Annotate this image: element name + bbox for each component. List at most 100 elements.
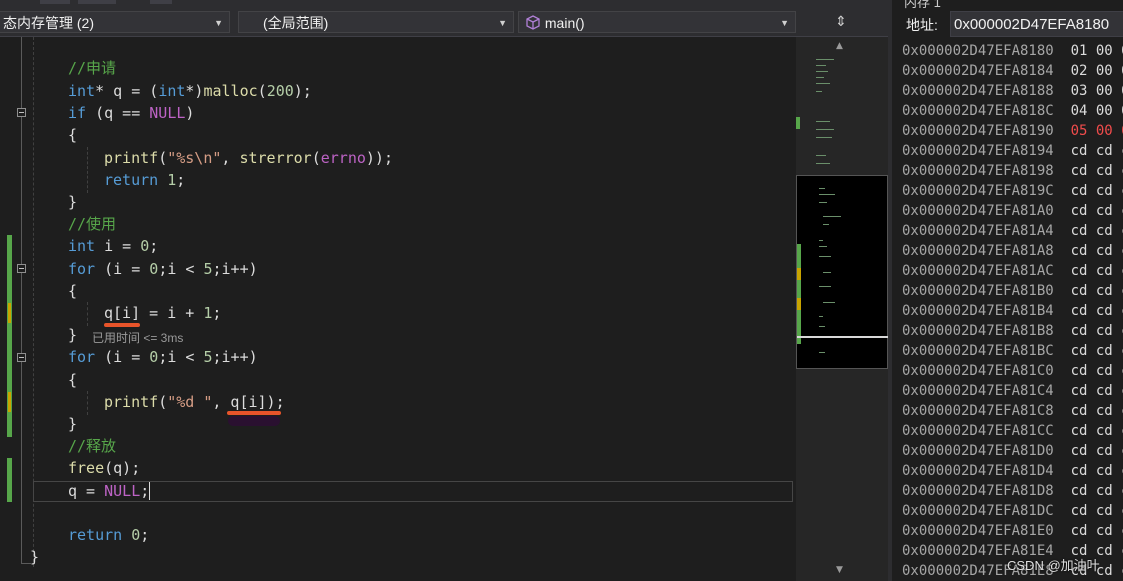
memory-bytes: cd cd cd [1070, 283, 1123, 299]
memory-bytes: 04 00 00 [1070, 103, 1123, 119]
minimap-line [816, 83, 830, 84]
memory-row[interactable]: 0x000002D47EFA81B4 cd cd cd [902, 301, 1123, 321]
memory-row[interactable]: 0x000002D47EFA8194 cd cd cd [902, 141, 1123, 161]
memory-row[interactable]: 0x000002D47EFA81D4 cd cd cd [902, 461, 1123, 481]
code-line: //使用 [68, 215, 117, 233]
code-line: if (q == NULL) [68, 104, 195, 122]
memory-row[interactable]: 0x000002D47EFA81DC cd cd cd [902, 501, 1123, 521]
memory-row[interactable]: 0x000002D47EFA81C4 cd cd cd [902, 381, 1123, 401]
fold-collapse-icon[interactable] [17, 353, 26, 362]
memory-address: 0x000002D47EFA8194 [902, 143, 1054, 159]
memory-row[interactable]: 0x000002D47EFA81B8 cd cd cd [902, 321, 1123, 341]
minimap-line [819, 194, 835, 195]
scope-dropdown-label: (全局范围) [263, 15, 329, 31]
change-indicator-unsaved [8, 392, 11, 412]
code-line: } [30, 548, 40, 566]
memory-bytes: cd cd cd [1070, 523, 1123, 539]
fold-collapse-icon[interactable] [17, 264, 26, 273]
chevron-down-icon: ▼ [780, 18, 789, 28]
code-line: //释放 [68, 437, 117, 455]
code-line: } [68, 415, 78, 433]
memory-bytes: 01 00 00 [1070, 43, 1123, 59]
project-dropdown[interactable]: 态内存管理 (2) ▼ [0, 11, 230, 33]
memory-address: 0x000002D47EFA81A0 [902, 203, 1054, 219]
minimap-line [819, 246, 827, 247]
tab-fragment[interactable] [150, 0, 172, 4]
perf-tip[interactable]: 已用时间 <= 3ms [92, 329, 183, 346]
function-dropdown-label: main() [544, 15, 585, 31]
memory-address: 0x000002D47EFA81CC [902, 423, 1054, 439]
minimap-line [816, 77, 824, 78]
memory-bytes: cd cd cd [1070, 463, 1123, 479]
memory-address: 0x000002D47EFA8198 [902, 163, 1054, 179]
chevron-down-icon: ▼ [214, 18, 223, 28]
minimap-line [816, 137, 832, 138]
code-line: return 1; [104, 171, 186, 189]
minimap-line [819, 326, 825, 327]
tab-fragment[interactable] [78, 0, 116, 4]
memory-row[interactable]: 0x000002D47EFA81C0 cd cd cd [902, 361, 1123, 381]
memory-row[interactable]: 0x000002D47EFA81D0 cd cd cd [902, 441, 1123, 461]
memory-row[interactable]: 0x000002D47EFA8184 02 00 00 [902, 61, 1123, 81]
code-line: { [68, 282, 78, 300]
minimap-line [816, 65, 826, 66]
memory-row[interactable]: 0x000002D47EFA81A0 cd cd cd [902, 201, 1123, 221]
memory-window: 内存 1 地址: 0x000002D47EFA8180 0x000002D47E… [892, 0, 1123, 581]
memory-bytes: cd cd cd [1070, 223, 1123, 239]
block-guide [87, 302, 89, 326]
memory-row[interactable]: 0x000002D47EFA81A4 cd cd cd [902, 221, 1123, 241]
scroll-down-icon[interactable]: ▼ [836, 565, 843, 575]
project-dropdown-label: 态内存管理 (2) [3, 15, 94, 31]
memory-address: 0x000002D47EFA81B8 [902, 323, 1054, 339]
memory-row[interactable]: 0x000002D47EFA81E0 cd cd cd [902, 521, 1123, 541]
memory-row[interactable]: 0x000002D47EFA81D8 cd cd cd [902, 481, 1123, 501]
memory-bytes: cd cd cd [1070, 203, 1123, 219]
memory-row[interactable]: 0x000002D47EFA8190 05 00 00 [902, 121, 1123, 141]
tab-fragment[interactable] [40, 0, 70, 4]
block-guide [87, 147, 89, 193]
memory-row[interactable]: 0x000002D47EFA81BC cd cd cd [902, 341, 1123, 361]
memory-row[interactable]: 0x000002D47EFA8180 01 00 00 [902, 41, 1123, 61]
fold-collapse-icon[interactable] [17, 108, 26, 117]
memory-bytes: cd cd cd [1070, 483, 1123, 499]
scope-dropdown[interactable]: (全局范围) ▼ [238, 11, 514, 33]
code-line: } [68, 193, 78, 211]
memory-row[interactable]: 0x000002D47EFA81A8 cd cd cd [902, 241, 1123, 261]
minimap-change-mark [797, 244, 801, 344]
memory-row[interactable]: 0x000002D47EFA8198 cd cd cd [902, 161, 1123, 181]
memory-row[interactable]: 0x000002D47EFA8188 03 00 00 [902, 81, 1123, 101]
code-editor[interactable]: //申请 int* q = (int*)malloc(200); if (q =… [0, 37, 796, 581]
minimap-line [816, 121, 830, 122]
split-editor-icon[interactable]: ⇕ [826, 11, 856, 33]
memory-row[interactable]: 0x000002D47EFA81AC cd cd cd [902, 261, 1123, 281]
memory-bytes: cd cd cd [1070, 243, 1123, 259]
memory-address: 0x000002D47EFA81C8 [902, 403, 1054, 419]
scroll-up-icon[interactable]: ▲ [836, 41, 843, 51]
minimap-line [823, 272, 831, 273]
change-indicator [7, 458, 12, 502]
minimap-line [819, 256, 831, 257]
memory-row[interactable]: 0x000002D47EFA81B0 cd cd cd [902, 281, 1123, 301]
code-line: q[i] = i + 1; [104, 304, 222, 322]
memory-address: 0x000002D47EFA8180 [902, 43, 1054, 59]
memory-bytes: 03 00 00 [1070, 83, 1123, 99]
address-input[interactable]: 0x000002D47EFA8180 [950, 11, 1123, 37]
annotation-underline [104, 323, 140, 327]
memory-address: 0x000002D47EFA81AC [902, 263, 1054, 279]
memory-row[interactable]: 0x000002D47EFA818C 04 00 00 [902, 101, 1123, 121]
minimap-line [823, 302, 835, 303]
minimap-scrollbar[interactable]: ▲ ▼ [796, 37, 889, 581]
minimap-line [819, 240, 823, 241]
code-line: //申请 [68, 59, 117, 77]
memory-address: 0x000002D47EFA819C [902, 183, 1054, 199]
memory-address: 0x000002D47EFA8190 [902, 123, 1054, 139]
memory-row[interactable]: 0x000002D47EFA81C8 cd cd cd [902, 401, 1123, 421]
code-line: } [68, 326, 78, 344]
function-dropdown[interactable]: main() ▼ [518, 11, 796, 33]
memory-bytes: cd cd cd [1070, 303, 1123, 319]
memory-row[interactable]: 0x000002D47EFA81CC cd cd cd [902, 421, 1123, 441]
minimap-viewport[interactable] [796, 175, 889, 369]
address-label: 地址: [906, 17, 938, 33]
memory-address: 0x000002D47EFA81BC [902, 343, 1054, 359]
memory-row[interactable]: 0x000002D47EFA819C cd cd cd [902, 181, 1123, 201]
